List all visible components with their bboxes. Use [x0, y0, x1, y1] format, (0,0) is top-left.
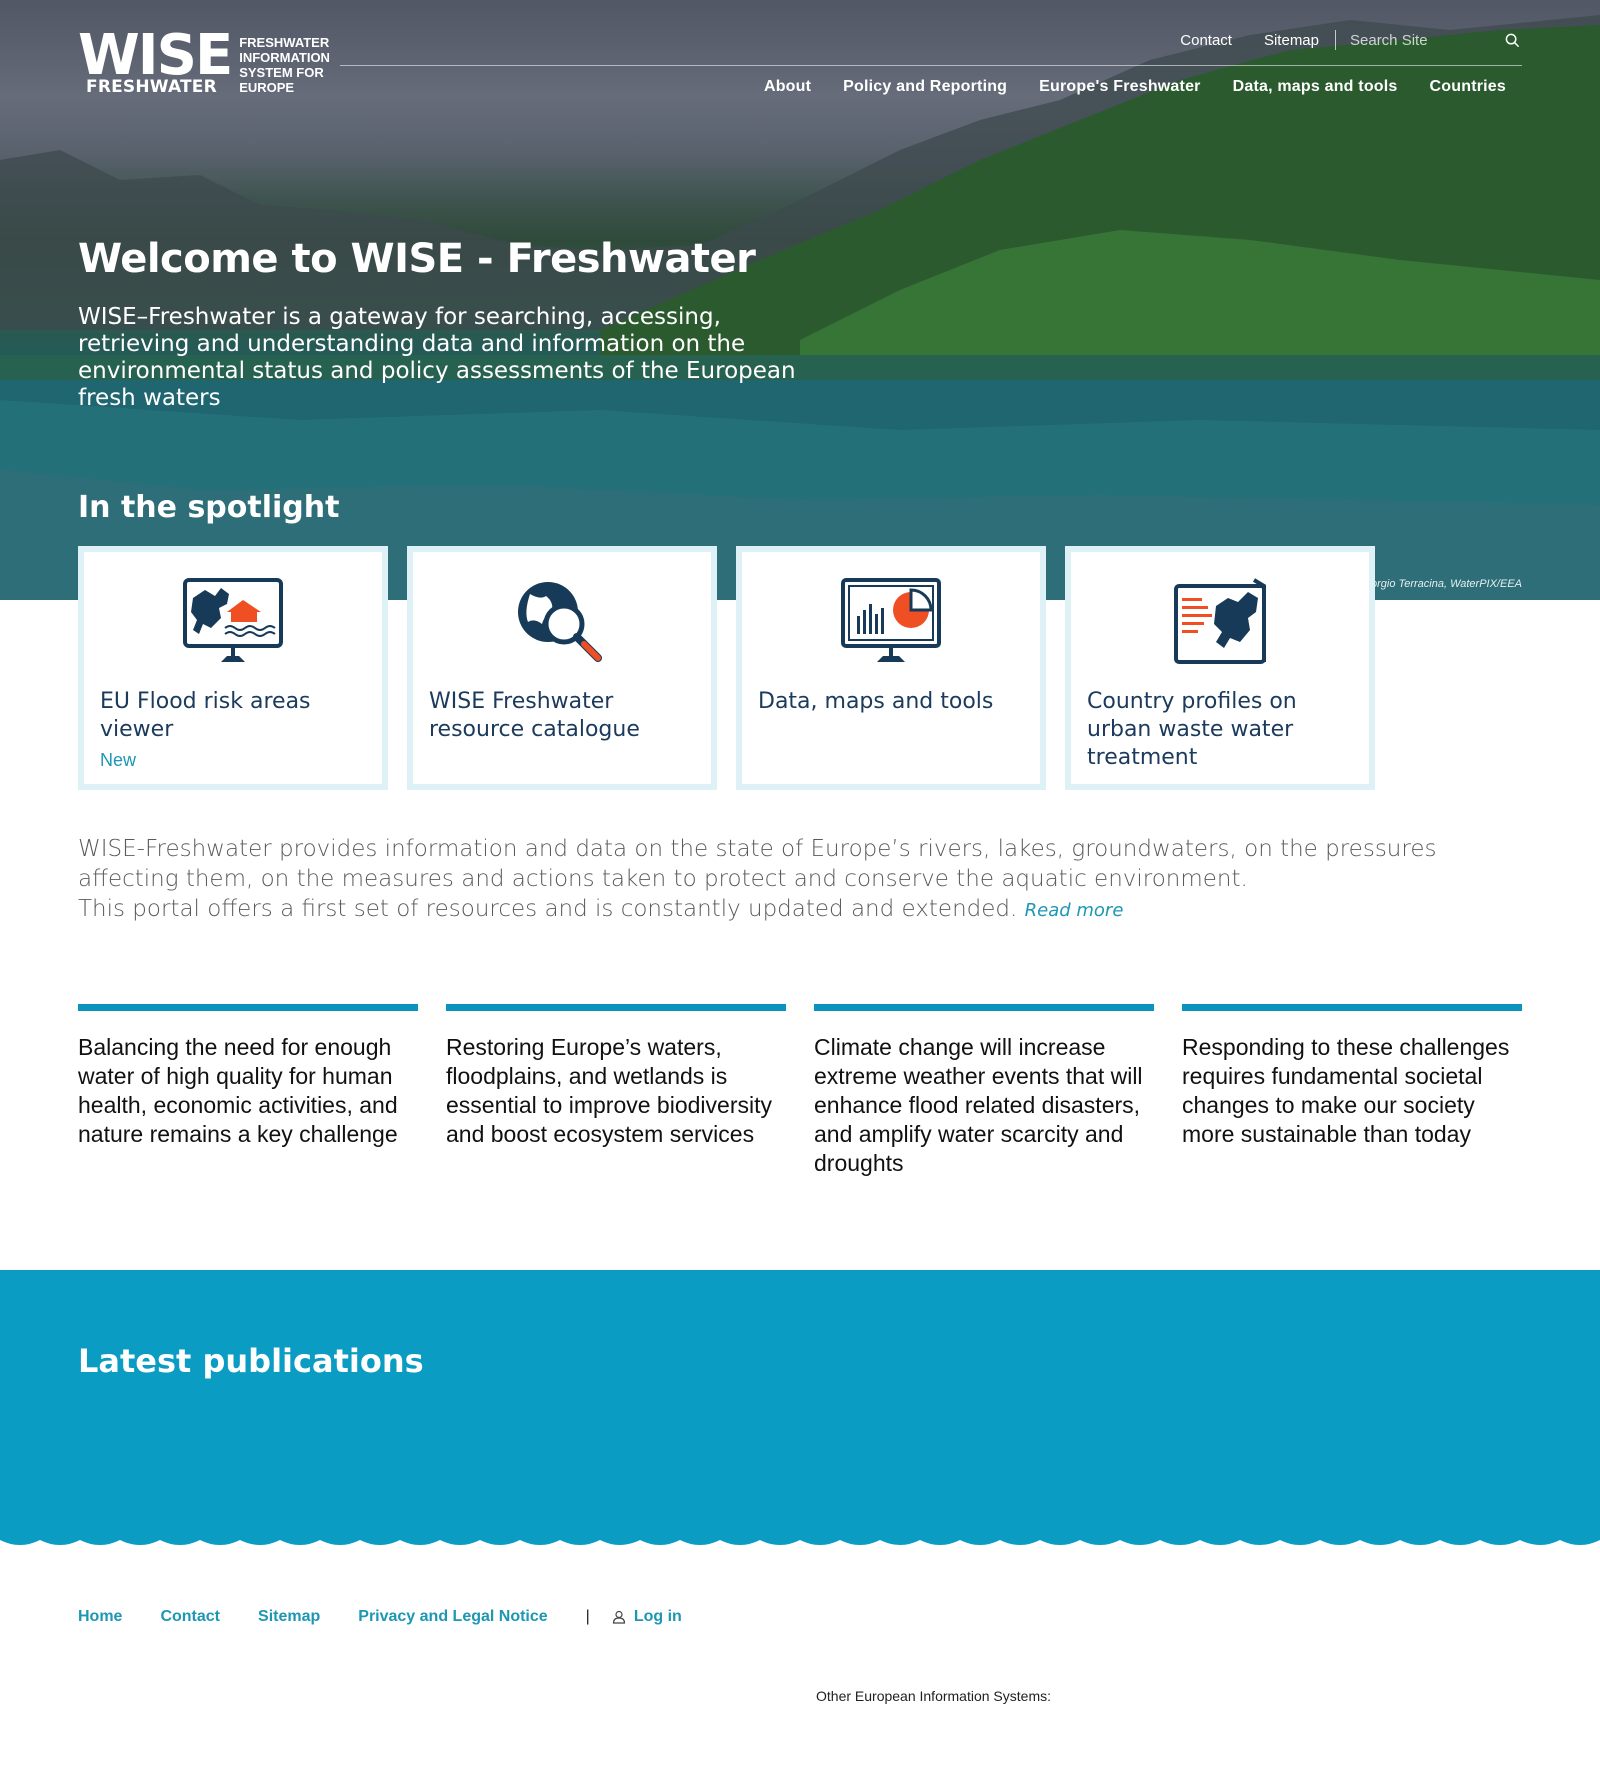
footer-link-privacy[interactable]: Privacy and Legal Notice: [358, 1608, 547, 1626]
hero-title: Welcome to WISE - Freshwater: [78, 236, 756, 282]
nav-europes-freshwater[interactable]: Europe's Freshwater: [1039, 78, 1200, 96]
card-title: WISE Freshwater resource catalogue: [429, 689, 640, 742]
user-icon: [612, 1610, 625, 1624]
spotlight-card-flood-viewer[interactable]: EU Flood risk areas viewer New: [78, 546, 388, 790]
challenge-item: Balancing the need for enough water of h…: [78, 1004, 418, 1178]
logo-sub-line: FRESHWATER: [239, 35, 330, 50]
card-label: Country profiles on urban waste water tr…: [1087, 688, 1357, 772]
europe-map-report-icon: [1174, 578, 1266, 664]
footer-link-home[interactable]: Home: [78, 1608, 122, 1626]
login-label: Log in: [633, 1608, 682, 1625]
search-input[interactable]: Search Site: [1350, 32, 1520, 49]
new-badge: New: [100, 750, 137, 770]
header-divider: [340, 65, 1522, 66]
challenge-item: Climate change will increase extreme wea…: [814, 1004, 1154, 1178]
latest-publications-section: Latest publications: [0, 1270, 1600, 1540]
nav-data-maps-tools[interactable]: Data, maps and tools: [1233, 78, 1398, 96]
spotlight-cards: EU Flood risk areas viewer New WISE Fres…: [78, 546, 1394, 790]
top-utility-nav: Contact Sitemap Search Site: [1148, 30, 1520, 50]
card-title: Data, maps and tools: [758, 689, 994, 714]
intro-line-2-text: This portal offers a first set of resour…: [78, 896, 1018, 922]
card-title: EU Flood risk areas viewer: [100, 689, 311, 742]
other-information-systems-label: Other European Information Systems:: [816, 1688, 1051, 1704]
wise-logo[interactable]: WISE FRESHWATER FRESHWATER INFORMATION S…: [78, 23, 330, 97]
footer-separator: |: [585, 1608, 590, 1625]
intro-line-1: WISE-Freshwater provides information and…: [78, 836, 1437, 892]
logo-subtitle: FRESHWATER INFORMATION SYSTEM FOR EUROPE: [239, 35, 330, 95]
hero-description: WISE–Freshwater is a gateway for searchi…: [78, 304, 796, 411]
chart-monitor-icon: [841, 578, 941, 662]
intro-text: WISE-Freshwater provides information and…: [78, 834, 1538, 926]
globe-magnifier-icon: [518, 582, 602, 662]
logo-sub-line: INFORMATION: [239, 50, 330, 65]
footer-link-sitemap[interactable]: Sitemap: [258, 1608, 320, 1626]
logo-freshwater-text: FRESHWATER: [86, 77, 217, 97]
flood-map-monitor-icon: [183, 578, 283, 662]
logo-sub-line: EUROPE: [239, 80, 295, 95]
nav-countries[interactable]: Countries: [1430, 78, 1506, 96]
publications-title: Latest publications: [78, 1342, 424, 1380]
nav-divider: [1335, 30, 1336, 50]
logo-wise-text: WISE: [78, 23, 233, 88]
challenge-item: Restoring Europe’s waters, floodplains, …: [446, 1004, 786, 1178]
read-more-link[interactable]: Read more: [1025, 900, 1124, 921]
main-nav: About Policy and Reporting Europe's Fres…: [732, 78, 1506, 96]
spotlight-card-country-profiles[interactable]: Country profiles on urban waste water tr…: [1065, 546, 1375, 790]
challenges-row: Balancing the need for enough water of h…: [78, 1004, 1550, 1178]
logo-sub-line: SYSTEM FOR: [239, 65, 324, 80]
card-label: WISE Freshwater resource catalogue: [429, 688, 699, 744]
card-label: EU Flood risk areas viewer New: [100, 688, 370, 774]
spotlight-card-resource-catalogue[interactable]: WISE Freshwater resource catalogue: [407, 546, 717, 790]
challenge-item: Responding to these challenges requires …: [1182, 1004, 1522, 1178]
nav-policy-reporting[interactable]: Policy and Reporting: [843, 78, 1007, 96]
wave-divider: [0, 1530, 1600, 1545]
spotlight-card-data-maps-tools[interactable]: Data, maps and tools: [736, 546, 1046, 790]
login-link[interactable]: Log in: [612, 1608, 682, 1626]
footer-nav: Home Contact Sitemap Privacy and Legal N…: [78, 1608, 720, 1626]
footer-link-contact[interactable]: Contact: [160, 1608, 220, 1626]
spotlight-title: In the spotlight: [78, 490, 340, 525]
top-link-contact[interactable]: Contact: [1180, 32, 1232, 49]
card-title: Country profiles on urban waste water tr…: [1087, 689, 1297, 770]
search-placeholder: Search Site: [1350, 31, 1428, 49]
card-label: Data, maps and tools: [758, 688, 1028, 716]
search-icon[interactable]: [1505, 33, 1520, 48]
intro-line-2: This portal offers a first set of resour…: [78, 894, 1538, 926]
nav-about[interactable]: About: [764, 78, 811, 96]
top-link-sitemap[interactable]: Sitemap: [1264, 32, 1319, 49]
